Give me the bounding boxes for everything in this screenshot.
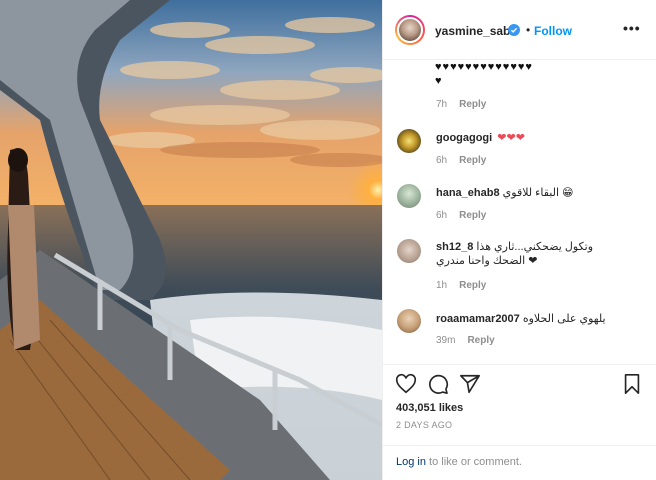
comment-time: 39m	[436, 335, 456, 346]
header-separator: •	[526, 23, 531, 37]
author-username[interactable]: yasmine_sabri	[435, 24, 518, 38]
comment-body: hana_ehab8 البقاء للاقوي 😁	[436, 186, 646, 200]
comment-icon[interactable]	[427, 373, 449, 395]
comment-body: sh12_8 وتكول يضحكني...ثاري هذا	[436, 240, 646, 254]
reply-button[interactable]: Reply	[459, 280, 486, 291]
comment-avatar[interactable]	[397, 129, 421, 153]
comment-body: googagogi ❤❤❤	[436, 131, 646, 145]
login-rest: to like or comment.	[425, 456, 522, 468]
reply-button[interactable]: Reply	[459, 210, 486, 221]
comment-time: 1h	[436, 280, 448, 291]
comment-text: وتكول يضحكني...ثاري هذا	[476, 241, 594, 253]
login-prompt: Log in to like or comment.	[383, 445, 656, 480]
login-link[interactable]: Log in	[396, 456, 426, 468]
comment-meta: 1h Reply	[436, 280, 486, 291]
likes-count[interactable]: 403,051 likes	[396, 402, 463, 414]
comment-avatar[interactable]	[397, 309, 421, 333]
comment-meta: 39m Reply	[436, 335, 495, 346]
comment-text-cont: الضحك واحنا مندري ❤	[436, 254, 646, 268]
verified-badge-icon	[508, 24, 520, 36]
heart-icon[interactable]	[395, 373, 417, 395]
comment-time: 6h	[436, 155, 448, 166]
comment-text-cont: ♥	[435, 75, 443, 87]
post-date[interactable]: 2 DAYS AGO	[396, 420, 452, 430]
comment-avatar[interactable]	[397, 184, 421, 208]
reply-button[interactable]: Reply	[459, 99, 486, 110]
comment-body: roaamamar2007 يلهوي على الحلاوه	[436, 312, 646, 326]
post-side-panel: yasmine_sabri • Follow ••• ♥♥♥♥♥♥♥♥♥♥♥♥♥…	[382, 0, 656, 480]
post-header: yasmine_sabri • Follow •••	[383, 0, 656, 60]
comment-text: يلهوي على الحلاوه	[522, 313, 606, 325]
comment-text: ♥♥♥♥♥♥♥♥♥♥♥♥♥	[435, 61, 533, 73]
post-actions: 403,051 likes 2 DAYS AGO Log in to like …	[383, 364, 656, 480]
comment-meta: 6h Reply	[436, 210, 486, 221]
comment-text: الضحك واحنا مندري ❤	[436, 255, 538, 267]
comment-username[interactable]: sh12_8	[436, 241, 473, 253]
login-text: Log in to like or comment.	[396, 456, 522, 468]
share-icon[interactable]	[459, 373, 481, 395]
comment-username[interactable]: roaamamar2007	[436, 313, 520, 325]
more-options-icon[interactable]: •••	[623, 20, 641, 36]
comments-list[interactable]: ♥♥♥♥♥♥♥♥♥♥♥♥♥ ♥ 7h Reply googagogi ❤❤❤ 6h…	[383, 61, 656, 364]
post-photo[interactable]	[0, 0, 382, 480]
comment-text: ❤❤❤	[497, 132, 525, 144]
reply-button[interactable]: Reply	[459, 155, 486, 166]
comment-username[interactable]: hana_ehab8	[436, 187, 500, 199]
comment-text: البقاء للاقوي 😁	[502, 187, 574, 199]
comment-time: 7h	[436, 99, 448, 110]
comment-meta: 7h Reply	[436, 99, 486, 110]
comment-username[interactable]: googagogi	[436, 132, 492, 144]
avatar-image	[397, 17, 423, 43]
save-bookmark-icon[interactable]	[621, 373, 643, 395]
comment-time: 6h	[436, 210, 448, 221]
comment-meta: 6h Reply	[436, 155, 486, 166]
yacht-sunset-image	[0, 0, 382, 480]
author-avatar[interactable]	[395, 15, 425, 45]
comment-avatar[interactable]	[397, 239, 421, 263]
reply-button[interactable]: Reply	[467, 335, 494, 346]
follow-button[interactable]: Follow	[534, 24, 572, 38]
